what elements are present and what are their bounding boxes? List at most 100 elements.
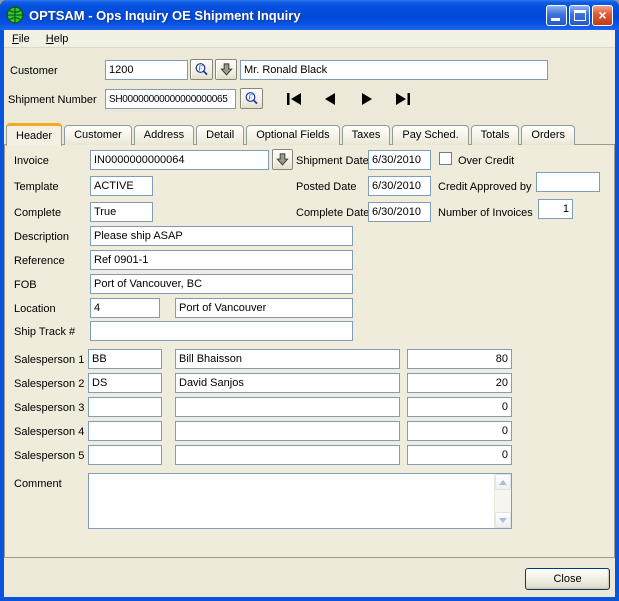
template-input[interactable] bbox=[90, 176, 153, 196]
tab-optional-fields[interactable]: Optional Fields bbox=[246, 125, 339, 145]
salesperson-code-input[interactable] bbox=[88, 397, 162, 417]
salesperson-percent-input[interactable] bbox=[407, 445, 512, 465]
close-window-button[interactable]: × bbox=[592, 5, 613, 26]
salesperson-percent-input[interactable] bbox=[407, 421, 512, 441]
magnifier-f-icon: F bbox=[194, 62, 210, 78]
location-code-input[interactable] bbox=[90, 298, 160, 318]
svg-text:F: F bbox=[247, 93, 253, 101]
salesperson-code-input[interactable] bbox=[88, 373, 162, 393]
complete-date-label: Complete Date bbox=[296, 207, 369, 219]
invoice-input[interactable] bbox=[90, 150, 269, 170]
window-controls: × bbox=[546, 5, 613, 26]
reference-label: Reference bbox=[14, 255, 65, 267]
salesperson-name-field[interactable] bbox=[175, 373, 400, 393]
tab-header[interactable]: Header bbox=[6, 123, 62, 146]
down-arrow-icon bbox=[219, 62, 234, 77]
shipment-finder-button[interactable]: F bbox=[240, 88, 263, 109]
complete-date-input[interactable] bbox=[368, 202, 431, 222]
customer-drilldown-button[interactable] bbox=[215, 59, 237, 80]
over-credit-checkbox[interactable] bbox=[439, 152, 452, 165]
magnifier-f-icon: F bbox=[244, 91, 260, 107]
nav-last-button[interactable] bbox=[388, 90, 414, 107]
template-label: Template bbox=[14, 181, 59, 193]
nav-previous-button[interactable] bbox=[318, 90, 344, 107]
invoice-label: Invoice bbox=[14, 155, 49, 167]
fob-label: FOB bbox=[14, 279, 37, 291]
salesperson-name-field[interactable] bbox=[175, 421, 400, 441]
tab-detail[interactable]: Detail bbox=[196, 125, 244, 145]
location-label: Location bbox=[14, 303, 56, 315]
posted-date-input[interactable] bbox=[368, 176, 431, 196]
salesperson-1-label: Salesperson 1 bbox=[14, 354, 84, 366]
chevron-down-icon bbox=[499, 518, 507, 523]
customer-label: Customer bbox=[10, 65, 58, 77]
number-of-invoices-field[interactable] bbox=[538, 199, 573, 219]
salesperson-code-input[interactable] bbox=[88, 349, 162, 369]
shipment-date-label: Shipment Date bbox=[296, 155, 369, 167]
record-navigation bbox=[283, 90, 414, 107]
shipment-number-label: Shipment Number bbox=[8, 94, 97, 106]
previous-record-icon bbox=[318, 91, 344, 107]
description-input[interactable] bbox=[90, 226, 353, 246]
first-record-icon bbox=[283, 91, 309, 107]
last-record-icon bbox=[388, 91, 414, 107]
minimize-icon bbox=[551, 18, 560, 21]
salesperson-name-field[interactable] bbox=[175, 397, 400, 417]
salesperson-2-label: Salesperson 2 bbox=[14, 378, 84, 390]
salesperson-percent-input[interactable] bbox=[407, 349, 512, 369]
salesperson-4-label: Salesperson 4 bbox=[14, 426, 84, 438]
salesperson-name-field[interactable] bbox=[175, 349, 400, 369]
customer-finder-button[interactable]: F bbox=[190, 59, 213, 80]
menu-file[interactable]: File bbox=[4, 32, 38, 46]
chevron-up-icon bbox=[499, 480, 507, 485]
comment-textarea[interactable] bbox=[89, 474, 494, 528]
app-window: OPTSAM - Ops Inquiry OE Shipment Inquiry… bbox=[0, 0, 619, 601]
reference-input[interactable] bbox=[90, 250, 353, 270]
tab-orders[interactable]: Orders bbox=[521, 125, 575, 145]
svg-text:F: F bbox=[197, 64, 203, 72]
customer-code-input[interactable] bbox=[105, 60, 188, 80]
description-label: Description bbox=[14, 231, 69, 243]
tab-strip: Header Customer Address Detail Optional … bbox=[6, 122, 577, 145]
salesperson-code-input[interactable] bbox=[88, 421, 162, 441]
shipment-number-input[interactable] bbox=[105, 89, 236, 109]
titlebar: OPTSAM - Ops Inquiry OE Shipment Inquiry… bbox=[0, 0, 619, 30]
posted-date-label: Posted Date bbox=[296, 181, 357, 193]
salesperson-5-label: Salesperson 5 bbox=[14, 450, 84, 462]
menu-help[interactable]: Help bbox=[38, 32, 77, 46]
salesperson-percent-input[interactable] bbox=[407, 397, 512, 417]
comment-scrollbar[interactable] bbox=[494, 474, 511, 528]
tab-taxes[interactable]: Taxes bbox=[342, 125, 391, 145]
tab-customer[interactable]: Customer bbox=[64, 125, 132, 145]
customer-name-field[interactable] bbox=[240, 60, 548, 80]
scroll-up-button[interactable] bbox=[495, 474, 511, 490]
maximize-icon bbox=[574, 10, 586, 21]
scroll-down-button[interactable] bbox=[495, 512, 511, 528]
close-button[interactable]: Close bbox=[525, 568, 610, 590]
nav-first-button[interactable] bbox=[283, 90, 309, 107]
salesperson-percent-input[interactable] bbox=[407, 373, 512, 393]
salesperson-code-input[interactable] bbox=[88, 445, 162, 465]
tab-totals[interactable]: Totals bbox=[471, 125, 520, 145]
tab-address[interactable]: Address bbox=[134, 125, 194, 145]
location-name-field[interactable] bbox=[175, 298, 353, 318]
window-title: OPTSAM - Ops Inquiry OE Shipment Inquiry bbox=[29, 8, 546, 23]
down-arrow-icon bbox=[275, 152, 290, 167]
credit-approved-by-label: Credit Approved by bbox=[438, 181, 532, 193]
over-credit-label: Over Credit bbox=[458, 155, 514, 167]
fob-input[interactable] bbox=[90, 274, 353, 294]
ship-track-input[interactable] bbox=[90, 321, 353, 341]
credit-approved-by-input[interactable] bbox=[536, 172, 600, 192]
number-of-invoices-label: Number of Invoices bbox=[438, 207, 533, 219]
next-record-icon bbox=[353, 91, 379, 107]
tab-pay-sched[interactable]: Pay Sched. bbox=[392, 125, 468, 145]
complete-label: Complete bbox=[14, 207, 61, 219]
shipment-date-input[interactable] bbox=[368, 150, 431, 170]
salesperson-name-field[interactable] bbox=[175, 445, 400, 465]
minimize-button[interactable] bbox=[546, 5, 567, 26]
invoice-drilldown-button[interactable] bbox=[272, 149, 293, 170]
comment-box bbox=[88, 473, 512, 529]
nav-next-button[interactable] bbox=[353, 90, 379, 107]
complete-input[interactable] bbox=[90, 202, 153, 222]
maximize-button[interactable] bbox=[569, 5, 590, 26]
